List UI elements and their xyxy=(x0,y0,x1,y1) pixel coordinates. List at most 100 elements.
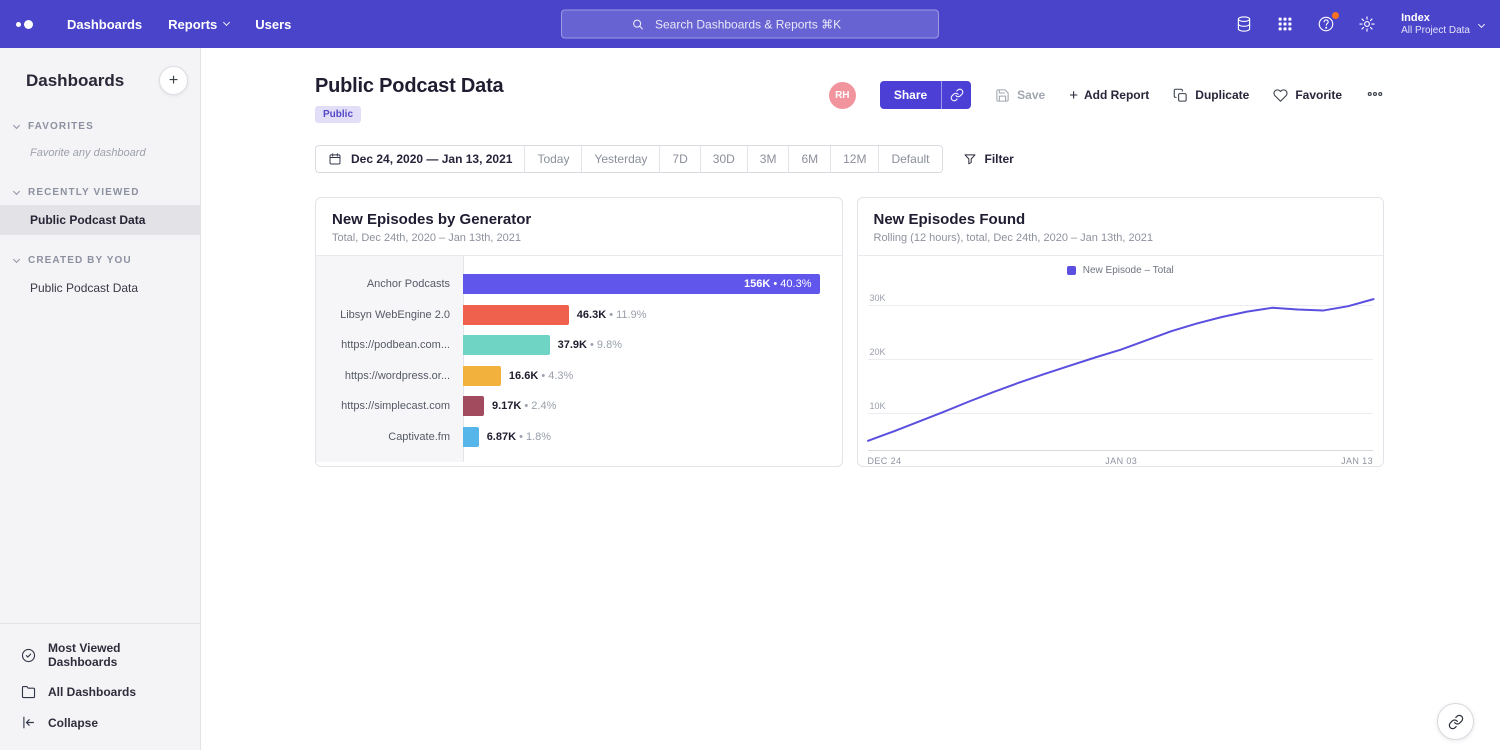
more-options-button[interactable] xyxy=(1366,85,1384,106)
calendar-icon xyxy=(328,152,342,166)
data-sources-icon[interactable] xyxy=(1233,13,1255,35)
sidebar-footer-all-dashboards[interactable]: All Dashboards xyxy=(0,676,200,707)
sidebar-section-created-by-you[interactable]: CREATED BY YOU xyxy=(0,247,200,273)
more-dots-icon xyxy=(1366,85,1384,103)
chevron-down-icon xyxy=(13,121,20,128)
save-button[interactable]: Save xyxy=(995,88,1045,103)
navbar-left: Dashboards Reports Users xyxy=(16,17,291,32)
project-name: Index xyxy=(1401,12,1470,25)
sidebar-main: Dashboards + FAVORITES Favorite any dashb… xyxy=(0,48,200,623)
duplicate-button[interactable]: Duplicate xyxy=(1173,88,1249,103)
sidebar-footer-collapse[interactable]: Collapse xyxy=(0,707,200,738)
line-chart: New Episode – Total 10K20K30K DEC 24JAN … xyxy=(858,256,1384,466)
navbar-right: Index All Project Data xyxy=(1233,12,1484,37)
nav-item-label: Dashboards xyxy=(67,17,142,32)
bar-chart-subtitle: Total, Dec 24th, 2020 – Jan 13th, 2021 xyxy=(332,232,826,244)
page-actions: RH Share Save + Add Report xyxy=(829,81,1384,109)
bar-segment[interactable] xyxy=(463,427,479,447)
favorite-label: Favorite xyxy=(1295,88,1342,102)
date-preset-30d[interactable]: 30D xyxy=(700,146,747,172)
bar-chart-card: New Episodes by Generator Total, Dec 24t… xyxy=(315,197,843,467)
line-plot-area: 10K20K30K xyxy=(868,286,1374,451)
apps-grid-icon[interactable] xyxy=(1274,13,1296,35)
logo-dot-big xyxy=(24,20,33,29)
global-search[interactable] xyxy=(561,10,939,39)
bar-segment[interactable] xyxy=(463,305,569,325)
sidebar-item-public-podcast-data[interactable]: Public Podcast Data xyxy=(0,205,200,235)
nav-item-reports[interactable]: Reports xyxy=(168,17,229,32)
footer-item-label: Collapse xyxy=(48,716,98,730)
section-label: FAVORITES xyxy=(28,121,94,132)
bar-value-label: 156K • 40.3% xyxy=(744,278,819,290)
content-row: Dashboards + FAVORITES Favorite any dashb… xyxy=(0,48,1500,750)
bar-row-https-simplecast-com: https://simplecast.com9.17K • 2.4% xyxy=(316,391,842,422)
link-icon xyxy=(950,88,964,102)
notification-dot xyxy=(1332,12,1339,19)
plus-icon: + xyxy=(1069,87,1078,104)
nav-item-dashboards[interactable]: Dashboards xyxy=(67,17,142,32)
footer-item-label: All Dashboards xyxy=(48,685,136,699)
funnel-icon xyxy=(963,152,977,166)
visibility-badge: Public xyxy=(315,106,361,123)
add-report-button[interactable]: + Add Report xyxy=(1069,87,1149,104)
bar-segment[interactable] xyxy=(463,396,484,416)
collapse-icon xyxy=(20,714,37,731)
filter-button[interactable]: Filter xyxy=(963,152,1014,166)
share-split-button: Share xyxy=(880,81,971,109)
x-tick-label: DEC 24 xyxy=(868,456,902,466)
project-switcher[interactable]: Index All Project Data xyxy=(1401,12,1484,37)
bar-row-https-podbean-com: https://podbean.com... 37.9K • 9.8% xyxy=(316,330,842,361)
sidebar-section-favorites[interactable]: FAVORITES xyxy=(0,113,200,139)
date-preset-yesterday[interactable]: Yesterday xyxy=(581,146,659,172)
date-preset-12m[interactable]: 12M xyxy=(830,146,878,172)
settings-gear-icon[interactable] xyxy=(1356,13,1378,35)
sidebar-title: Dashboards xyxy=(26,71,124,91)
date-preset-today[interactable]: Today xyxy=(524,146,581,172)
bar-pct-label: • 9.8% xyxy=(587,339,622,351)
line-card-header: New Episodes Found Rolling (12 hours), t… xyxy=(858,198,1384,256)
date-preset-6m[interactable]: 6M xyxy=(788,146,830,172)
line-chart-card: New Episodes Found Rolling (12 hours), t… xyxy=(857,197,1385,467)
bar-segment[interactable]: 156K • 40.3% xyxy=(463,274,820,294)
project-scope: All Project Data xyxy=(1401,25,1470,37)
app-logo[interactable] xyxy=(16,20,33,29)
share-link-fab[interactable] xyxy=(1437,703,1474,740)
date-preset-7d[interactable]: 7D xyxy=(659,146,699,172)
share-link-button[interactable] xyxy=(941,81,971,109)
help-icon[interactable] xyxy=(1315,13,1337,35)
main-content: Public Podcast Data Public RH Share Save xyxy=(201,48,1500,750)
x-tick-label: JAN 13 xyxy=(1341,456,1373,466)
bar-segment[interactable] xyxy=(463,335,550,355)
favorite-button[interactable]: Favorite xyxy=(1273,88,1342,103)
sidebar-item-public-podcast-data[interactable]: Public Podcast Data xyxy=(0,273,200,303)
add-report-label: Add Report xyxy=(1084,88,1149,102)
bar-chart-title: New Episodes by Generator xyxy=(332,211,826,228)
copy-icon xyxy=(1173,88,1188,103)
date-range-group: Dec 24, 2020 — Jan 13, 2021 TodayYesterd… xyxy=(315,145,943,173)
sidebar-section-recently-viewed[interactable]: RECENTLY VIEWED xyxy=(0,179,200,205)
avatar[interactable]: RH xyxy=(829,82,856,109)
bar-row-libsyn-webengine-2-0: Libsyn WebEngine 2.046.3K • 11.9% xyxy=(316,300,842,331)
cards-row: New Episodes by Generator Total, Dec 24t… xyxy=(315,197,1384,467)
bar-track: 37.9K • 9.8% xyxy=(463,335,842,355)
date-preset-default[interactable]: Default xyxy=(878,146,941,172)
bar-row-https-wordpress-or: https://wordpress.or...16.6K • 4.3% xyxy=(316,361,842,392)
bar-track: 156K • 40.3% xyxy=(463,274,842,294)
top-navbar: Dashboards Reports Users Index xyxy=(0,0,1500,48)
search-input[interactable] xyxy=(653,16,869,32)
bar-value-label: 37.9K • 9.8% xyxy=(558,339,622,351)
sidebar-footer-most-viewed-dashboards[interactable]: Most Viewed Dashboards xyxy=(0,634,200,676)
nav-item-label: Users xyxy=(255,17,291,32)
nav-item-users[interactable]: Users xyxy=(255,17,291,32)
page-header: Public Podcast Data Public RH Share Save xyxy=(315,75,1384,123)
footer-item-label: Most Viewed Dashboards xyxy=(48,641,184,669)
date-preset-3m[interactable]: 3M xyxy=(747,146,789,172)
sidebar-item-favorite-any-dashboard: Favorite any dashboard xyxy=(0,139,200,167)
bar-track: 6.87K • 1.8% xyxy=(463,427,842,447)
date-range-picker[interactable]: Dec 24, 2020 — Jan 13, 2021 xyxy=(316,146,524,172)
share-button[interactable]: Share xyxy=(880,81,941,109)
bar-segment[interactable] xyxy=(463,366,501,386)
add-dashboard-button[interactable]: + xyxy=(159,66,188,95)
bar-category-label: https://podbean.com... xyxy=(316,339,463,351)
bar-track: 9.17K • 2.4% xyxy=(463,396,842,416)
